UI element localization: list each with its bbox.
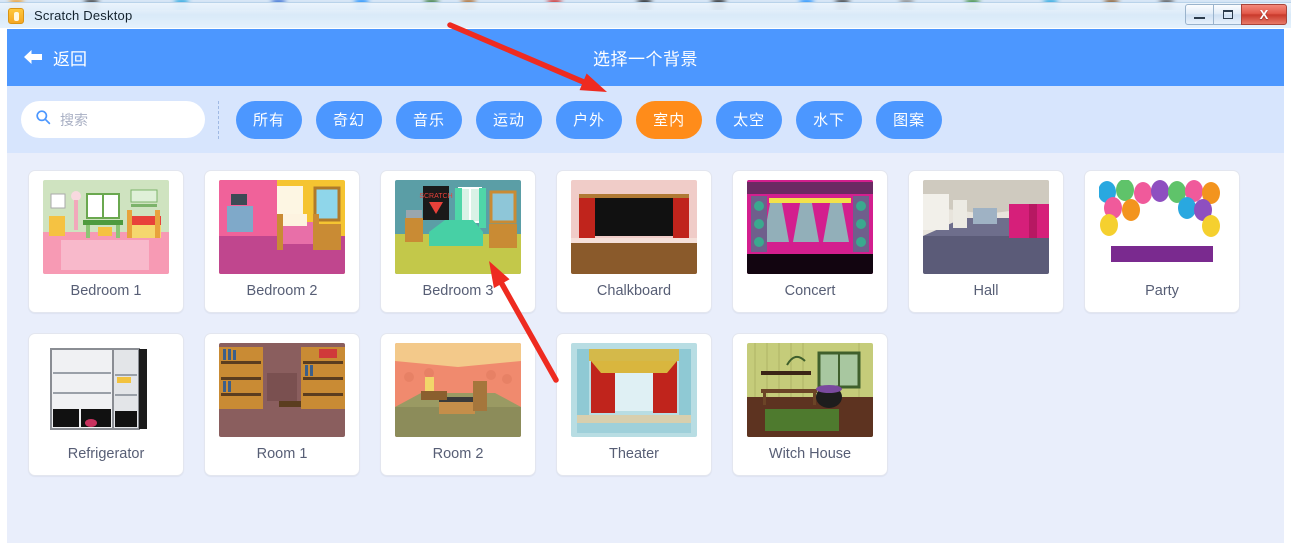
backdrop-card[interactable]: Refrigerator (28, 333, 184, 476)
backdrop-card[interactable]: Witch House (732, 333, 888, 476)
search-input[interactable] (60, 111, 180, 128)
tab-7[interactable]: 水下 (796, 100, 863, 139)
backdrop-label: Room 1 (256, 446, 308, 462)
backdrop-thumbnail (923, 180, 1049, 274)
backdrop-card[interactable]: Bedroom 2 (204, 170, 360, 313)
tab-8[interactable]: 图案 (876, 100, 943, 139)
backdrop-card[interactable]: SCRATCH Bedroom 3 (380, 170, 536, 313)
backdrop-label: Bedroom 2 (246, 283, 318, 299)
category-tabs: 所有 奇幻 音乐 运动 户外 室内 太空 水下 图案 (236, 100, 943, 139)
backdrop-thumbnail: SCRATCH (395, 180, 521, 274)
window-controls: X (1185, 4, 1287, 26)
backdrop-card[interactable]: Bedroom 1 (28, 170, 184, 313)
backdrop-library-header: 选择一个背景 返回 (7, 29, 1284, 86)
window-titlebar: Scratch Desktop X (0, 2, 1291, 28)
backdrop-card[interactable]: Party (1084, 170, 1240, 313)
backdrop-thumbnail (43, 343, 169, 437)
tab-1[interactable]: 奇幻 (316, 100, 383, 139)
svg-text:SCRATCH: SCRATCH (419, 193, 452, 200)
backdrop-label: Bedroom 1 (70, 283, 142, 299)
maximize-button[interactable] (1213, 4, 1242, 25)
tab-3[interactable]: 运动 (476, 100, 543, 139)
backdrop-label: Bedroom 3 (422, 283, 494, 299)
close-button[interactable]: X (1241, 4, 1287, 25)
backdrop-label: Hall (973, 283, 999, 299)
backdrop-card[interactable]: Theater (556, 333, 712, 476)
window-title: Scratch Desktop (34, 8, 133, 23)
backdrop-card[interactable]: Room 1 (204, 333, 360, 476)
search-icon (35, 109, 51, 130)
backdrop-thumbnail (571, 343, 697, 437)
backdrop-thumbnail (1099, 180, 1225, 274)
backdrop-label: Refrigerator (67, 446, 145, 462)
page-title: 选择一个背景 (593, 50, 698, 69)
backdrop-label: Room 2 (432, 446, 484, 462)
backdrop-thumbnail (219, 343, 345, 437)
arrow-left-icon (22, 48, 44, 66)
backdrop-thumbnail (43, 180, 169, 274)
search-box[interactable] (21, 101, 205, 138)
backdrop-label: Party (1145, 283, 1179, 299)
backdrop-thumbnail (747, 180, 873, 274)
tab-0[interactable]: 所有 (236, 100, 303, 139)
filter-bar: 所有奇幻音乐运动户外室内太空水下图案 (7, 86, 1284, 153)
backdrop-thumbnail (219, 180, 345, 274)
backdrop-label: Theater (609, 446, 659, 462)
backdrop-card[interactable]: Hall (908, 170, 1064, 313)
back-button[interactable]: 返回 (22, 43, 87, 71)
scratch-desktop-window: Scratch Desktop X 选择一个背景 返回 搜索 所有 奇幻 音乐 … (0, 0, 1291, 550)
backdrop-grid: Bedroom 1 Bedroom 2 SCRATCH Bedroom 3 Ch… (7, 153, 1284, 543)
tab-4[interactable]: 户外 (556, 100, 623, 139)
backdrop-thumbnail (747, 343, 873, 437)
backdrop-label: Witch House (768, 446, 852, 462)
backdrop-card[interactable]: Concert (732, 170, 888, 313)
backdrop-thumbnail (395, 343, 521, 437)
maximize-icon (1222, 10, 1233, 19)
backdrop-label: Chalkboard (596, 283, 672, 299)
close-icon: X (1259, 7, 1269, 22)
backdrop-label: Concert (784, 283, 836, 299)
backdrop-card[interactable]: Chalkboard (556, 170, 712, 313)
tab-active-5[interactable]: 室内 (636, 100, 703, 139)
back-button-label: 返回 (53, 49, 87, 69)
tab-6[interactable]: 太空 (716, 100, 783, 139)
tab-2[interactable]: 音乐 (396, 100, 463, 139)
filter-divider (218, 100, 219, 139)
minimize-icon (1194, 17, 1205, 19)
scratch-app-icon (8, 7, 24, 24)
minimize-button[interactable] (1185, 4, 1214, 25)
backdrop-thumbnail (571, 180, 697, 274)
backdrop-card[interactable]: Room 2 (380, 333, 536, 476)
